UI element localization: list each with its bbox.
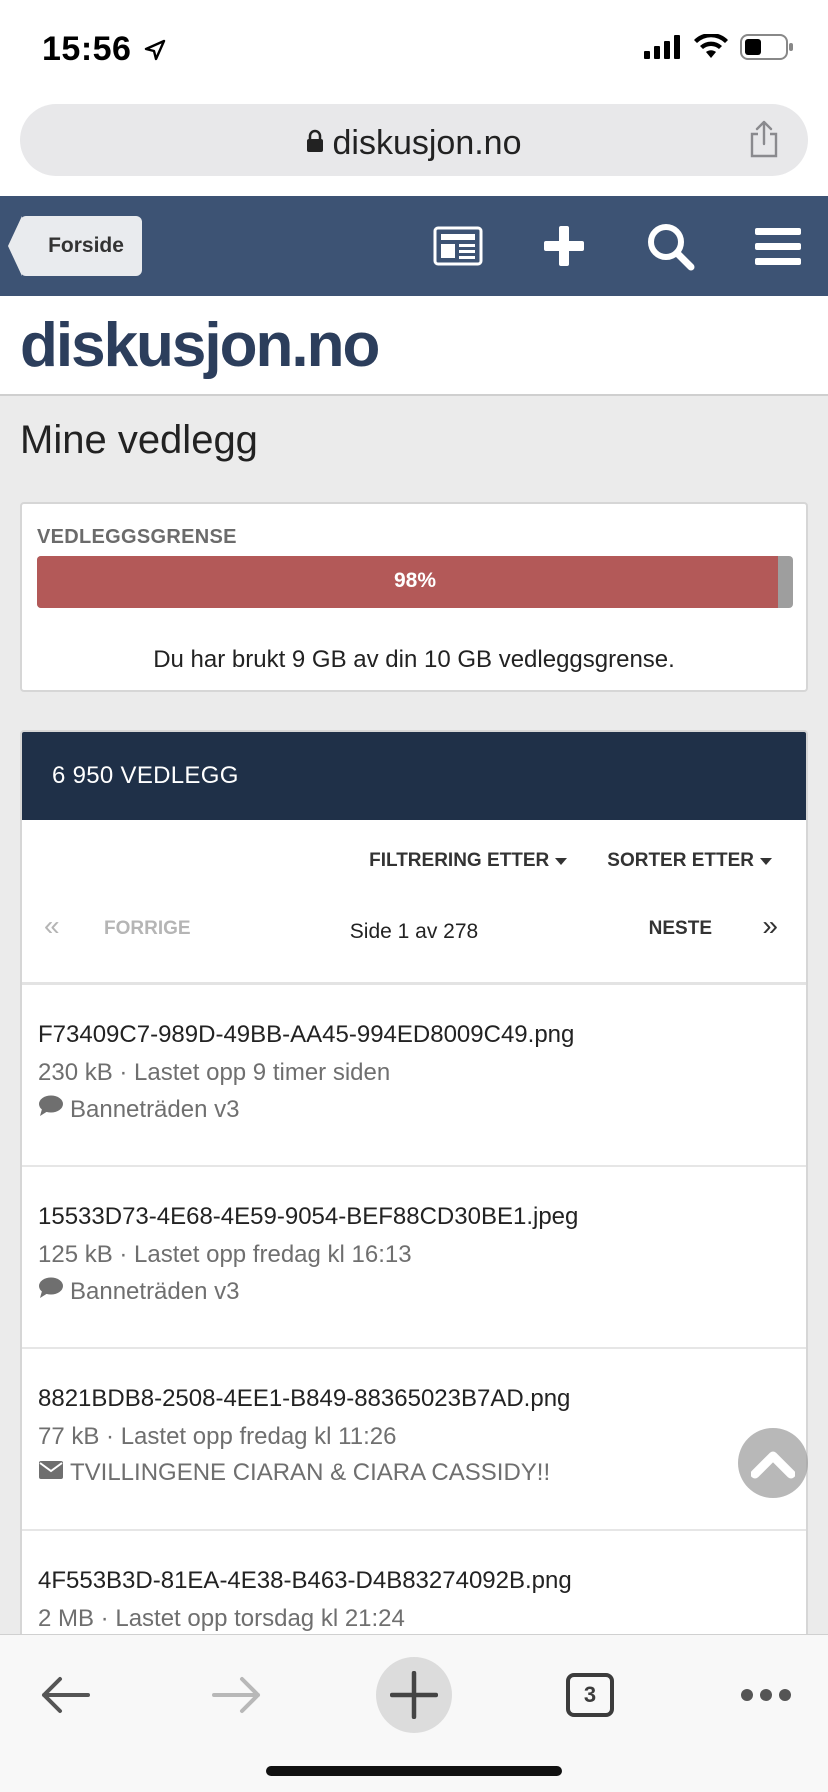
filter-dropdown[interactable]: FILTRERING ETTER	[369, 850, 568, 872]
url-text: diskusjon.no	[332, 124, 522, 162]
attachment-meta: 125 kB · Lastet opp fredag kl 16:13	[38, 1241, 412, 1268]
attachment-filename[interactable]: F73409C7-989D-49BB-AA45-994ED8009C49.png	[38, 1021, 574, 1049]
attachments-count: 6 950 VEDLEGG	[52, 762, 239, 789]
chevron-up-icon	[751, 1451, 795, 1479]
menu-icon[interactable]	[750, 218, 806, 274]
search-icon[interactable]	[642, 218, 698, 274]
site-logo[interactable]: diskusjon.no	[20, 310, 380, 381]
scroll-to-top-button[interactable]	[738, 1428, 808, 1498]
attachment-filename[interactable]: 15533D73-4E68-4E59-9054-BEF88CD30BE1.jpe…	[38, 1203, 578, 1231]
attachment-quota-box: VEDLEGGSGRENSE 98% Du har brukt 9 GB av …	[20, 502, 808, 692]
status-indicators	[644, 32, 794, 65]
page-title: Mine vedlegg	[20, 418, 258, 462]
share-icon[interactable]	[748, 120, 780, 163]
attachments-panel: 6 950 VEDLEGG FILTRERING ETTER SORTER ET…	[20, 730, 808, 1792]
battery-icon	[740, 34, 794, 65]
filter-label: FILTRERING ETTER	[369, 850, 550, 871]
new-tab-button[interactable]	[376, 1657, 452, 1733]
arrow-left-icon	[42, 1677, 90, 1713]
ellipsis-icon	[741, 1689, 791, 1701]
back-to-home-button[interactable]: Forside	[8, 216, 142, 276]
site-navbar: Forside	[0, 196, 828, 296]
more-options-button[interactable]	[728, 1657, 804, 1733]
address-bar[interactable]: diskusjon.no	[20, 104, 808, 176]
plus-icon[interactable]	[536, 218, 592, 274]
wifi-icon	[694, 32, 728, 65]
caret-down-icon	[555, 857, 568, 865]
attachment-reference[interactable]: Banneträden v3	[38, 1277, 239, 1306]
attachment-meta: 230 kB · Lastet opp 9 timer siden	[38, 1059, 391, 1086]
quota-label: VEDLEGGSGRENSE	[37, 526, 237, 548]
attachments-header: 6 950 VEDLEGG	[22, 732, 806, 820]
newspaper-icon[interactable]	[430, 218, 486, 274]
reference-title: Banneträden v3	[70, 1277, 240, 1305]
back-button[interactable]	[26, 1657, 102, 1733]
attachment-item[interactable]: 8821BDB8-2508-4EE1-B849-88365023B7AD.png…	[22, 1349, 806, 1531]
attachment-meta: 77 kB · Lastet opp fredag kl 11:26	[38, 1423, 397, 1450]
url-display[interactable]: diskusjon.no	[20, 124, 808, 165]
attachment-list: F73409C7-989D-49BB-AA45-994ED8009C49.png…	[22, 985, 806, 1713]
home-indicator	[266, 1766, 562, 1776]
sort-dropdown[interactable]: SORTER ETTER	[607, 850, 772, 872]
reference-title: Banneträden v3	[70, 1095, 240, 1123]
quota-description: Du har brukt 9 GB av din 10 GB vedleggsg…	[153, 646, 675, 673]
status-bar: 15:56	[0, 0, 828, 96]
comment-icon	[38, 1095, 64, 1124]
location-arrow-icon	[143, 38, 167, 67]
tabs-button[interactable]: 3	[552, 1657, 628, 1733]
envelope-icon	[38, 1459, 64, 1487]
last-page-button[interactable]: »	[762, 910, 778, 942]
quota-progress-bar: 98%	[37, 556, 793, 608]
plus-icon	[390, 1671, 438, 1719]
sort-label: SORTER ETTER	[607, 850, 754, 871]
status-time: 15:56	[42, 30, 132, 68]
signal-icon	[644, 35, 682, 64]
attachment-item[interactable]: F73409C7-989D-49BB-AA45-994ED8009C49.png…	[22, 985, 806, 1167]
filter-sort-bar: FILTRERING ETTER SORTER ETTER	[369, 850, 772, 872]
reference-title: TVILLINGENE CIARAN & CIARA CASSIDY!!	[70, 1459, 551, 1486]
quota-percent: 98%	[393, 569, 437, 592]
logo-bar: diskusjon.no	[0, 296, 828, 396]
pagination: « FORRIGE Side 1 av 278 NESTE »	[22, 910, 806, 960]
attachment-reference[interactable]: Banneträden v3	[38, 1095, 239, 1124]
caret-down-icon	[760, 857, 772, 865]
attachment-reference[interactable]: TVILLINGENE CIARAN & CIARA CASSIDY!!	[38, 1459, 550, 1487]
attachment-meta: 2 MB · Lastet opp torsdag kl 21:24	[38, 1605, 405, 1632]
comment-icon	[38, 1277, 64, 1306]
arrow-right-icon	[212, 1677, 260, 1713]
next-page-button[interactable]: NESTE	[649, 918, 712, 940]
attachment-item[interactable]: 15533D73-4E68-4E59-9054-BEF88CD30BE1.jpe…	[22, 1167, 806, 1349]
attachment-filename[interactable]: 8821BDB8-2508-4EE1-B849-88365023B7AD.png	[38, 1385, 570, 1413]
lock-icon	[306, 123, 324, 162]
tab-count: 3	[566, 1673, 614, 1717]
page: 15:56 diskusjon.no Forside diskusjon.no …	[0, 0, 828, 1792]
attachment-filename[interactable]: 4F553B3D-81EA-4E38-B463-D4B83274092B.png	[38, 1567, 572, 1595]
browser-address-area: diskusjon.no	[0, 96, 828, 196]
forward-button[interactable]	[200, 1657, 276, 1733]
